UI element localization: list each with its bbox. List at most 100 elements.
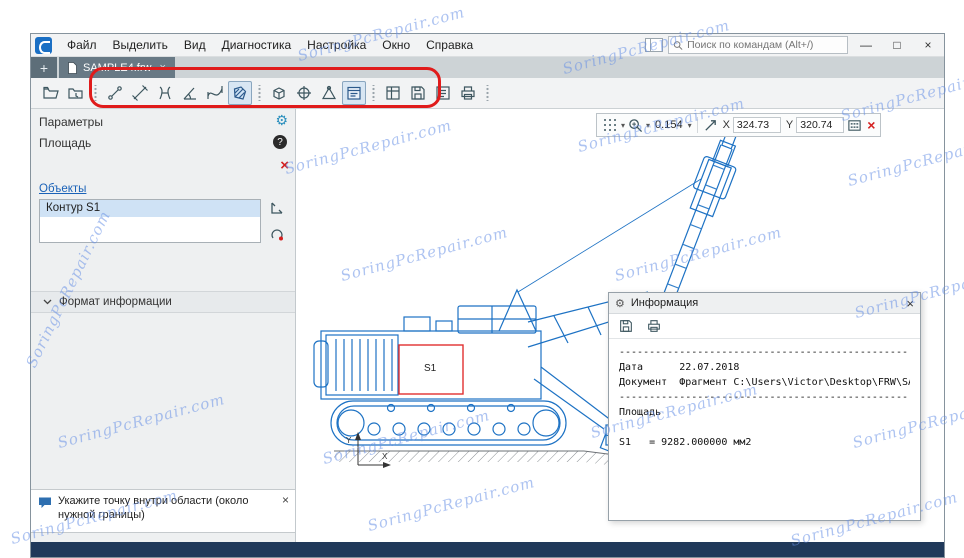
y-coordinate-label: Y — [786, 119, 793, 131]
object-properties-icon[interactable] — [431, 81, 455, 105]
view-toolbar: ▾ ▾ 0.154 ▾ X 324.73 Y — [596, 113, 881, 137]
rebuild-view-icon[interactable] — [703, 118, 718, 133]
tab-close-icon[interactable]: × — [159, 62, 165, 74]
app-logo-icon[interactable] — [35, 37, 52, 54]
help-icon[interactable]: ? — [273, 135, 287, 149]
zoom-tool-icon[interactable] — [628, 118, 643, 133]
status-bar — [31, 542, 944, 557]
info-window-title: Информация — [631, 297, 698, 309]
search-icon — [673, 40, 683, 51]
menu-file[interactable]: Файл — [59, 34, 105, 56]
info-line-date: Дата 22.07.2018 — [619, 360, 910, 375]
menu-settings[interactable]: Настройка — [299, 34, 374, 56]
cancel-command-icon[interactable]: × — [280, 157, 289, 174]
info-line: ----------------------------------------… — [619, 390, 910, 405]
measure-distance-icon[interactable] — [128, 81, 152, 105]
measure-vertex-icon[interactable] — [317, 81, 341, 105]
objects-link[interactable]: Объекты — [39, 183, 86, 195]
search-input[interactable] — [687, 39, 843, 51]
x-coordinate-field[interactable]: 324.73 — [733, 117, 781, 133]
recent-documents-icon[interactable] — [64, 81, 88, 105]
zoom-dropdown-caret[interactable]: ▾ — [646, 121, 650, 130]
hint-box: Укажите точку внутри области (около нужн… — [31, 489, 295, 533]
x-coordinate-value: 324.73 — [737, 119, 769, 131]
menubar-right: — □ × — [645, 35, 944, 55]
info-line-blank — [619, 420, 910, 435]
panel-gear-icon[interactable]: ⚙ — [275, 112, 288, 128]
close-window-button[interactable]: × — [915, 35, 941, 55]
document-tab[interactable]: SAMPLE4.frw × — [59, 57, 175, 78]
scale-dropdown-caret[interactable]: ▾ — [688, 121, 692, 130]
info-line-section: Площадь — [619, 405, 910, 420]
s1-measured-area[interactable]: S1 — [399, 345, 463, 394]
menu-diagnostics[interactable]: Диагностика — [214, 34, 300, 56]
save-report-icon[interactable] — [614, 314, 638, 338]
toolbar-grip[interactable] — [485, 85, 490, 101]
y-coordinate-value: 320.74 — [800, 119, 832, 131]
chevron-down-icon — [43, 299, 52, 305]
active-tool-label: Площадь — [39, 136, 91, 150]
screen: Файл Выделить Вид Диагностика Настройка … — [0, 0, 964, 558]
keypad-icon[interactable] — [847, 118, 862, 133]
menu-select[interactable]: Выделить — [105, 34, 176, 56]
panels-layout-icon[interactable] — [645, 38, 663, 52]
snap-grid-icon[interactable] — [602, 117, 618, 133]
specify-contour-icon[interactable] — [267, 199, 287, 219]
parameters-panel: Параметры ⚙ Площадь ? × Объекты Контур S… — [31, 109, 296, 544]
s1-label: S1 — [424, 363, 437, 374]
toolbar-grip[interactable] — [257, 85, 262, 101]
objects-list[interactable]: Контур S1 — [39, 199, 261, 243]
menubar: Файл Выделить Вид Диагностика Настройка … — [31, 34, 944, 57]
axis-x-label: X — [382, 452, 388, 461]
format-info-section[interactable]: Формат информации — [31, 291, 295, 313]
snap-dropdown-caret[interactable]: ▾ — [621, 121, 625, 130]
collect-info-icon[interactable] — [381, 81, 405, 105]
measure-coordinates-icon[interactable] — [103, 81, 127, 105]
new-tab-button[interactable]: + — [31, 57, 57, 78]
save-info-icon[interactable] — [406, 81, 430, 105]
measure-mass-icon[interactable] — [267, 81, 291, 105]
open-document-icon[interactable] — [39, 81, 63, 105]
info-gear-icon: ⚙ — [615, 297, 625, 310]
print-info-icon[interactable] — [456, 81, 480, 105]
measurement-toolbar — [31, 78, 944, 109]
y-coordinate-field[interactable]: 320.74 — [796, 117, 844, 133]
maximize-button[interactable]: □ — [884, 35, 910, 55]
toolbar-grip[interactable] — [93, 85, 98, 101]
info-window[interactable]: ⚙ Информация × -------------------------… — [608, 292, 921, 521]
print-report-icon[interactable] — [642, 314, 666, 338]
measure-distance-curves-icon[interactable] — [153, 81, 177, 105]
toolbar-grip[interactable] — [371, 85, 376, 101]
info-close-icon[interactable]: × — [906, 296, 914, 311]
list-item-contour[interactable]: Контур S1 — [40, 200, 260, 217]
info-window-icon[interactable] — [342, 81, 366, 105]
redraw-contour-icon[interactable] — [267, 224, 287, 244]
info-window-toolbar — [609, 314, 920, 339]
measure-length-icon[interactable] — [203, 81, 227, 105]
measure-angle-icon[interactable] — [178, 81, 202, 105]
axis-y-label: Y — [346, 436, 352, 445]
format-info-label: Формат информации — [59, 296, 172, 308]
panel-title: Параметры — [39, 115, 103, 129]
hint-text: Укажите точку внутри области (около нужн… — [58, 494, 275, 522]
tabbar: + SAMPLE4.frw × — [31, 57, 944, 78]
interrupt-command-icon[interactable]: × — [867, 117, 875, 133]
info-window-body: ----------------------------------------… — [609, 339, 920, 456]
info-line-document: Документ Фрагмент C:\Users\Victor\Deskto… — [619, 375, 910, 390]
measure-inertia-icon[interactable] — [292, 81, 316, 105]
menu-window[interactable]: Окно — [374, 34, 418, 56]
toolbar-separator — [697, 117, 698, 133]
hint-bubble-icon — [38, 496, 52, 509]
info-window-titlebar[interactable]: ⚙ Информация × — [609, 293, 920, 314]
tab-title: SAMPLE4.frw — [83, 62, 151, 74]
info-line-result: S1 = 9282.000000 мм2 — [619, 435, 910, 450]
menu-help[interactable]: Справка — [418, 34, 481, 56]
zoom-value[interactable]: 0.154 — [653, 119, 685, 131]
measure-area-icon[interactable] — [228, 81, 252, 105]
minimize-button[interactable]: — — [853, 35, 879, 55]
command-search[interactable] — [668, 36, 848, 54]
menu-view[interactable]: Вид — [176, 34, 214, 56]
hint-close-icon[interactable]: × — [282, 493, 289, 507]
coordinate-axes-icon: Y X — [346, 432, 391, 468]
info-line: ----------------------------------------… — [619, 345, 910, 360]
